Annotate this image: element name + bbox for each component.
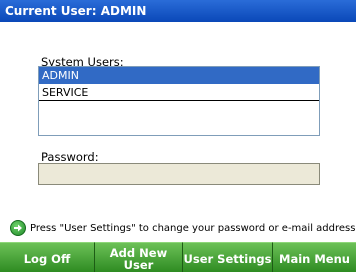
- green-arrow-icon: [10, 220, 26, 236]
- password-label: Password:: [41, 150, 99, 164]
- title-bar: Current User: ADMIN: [0, 0, 356, 22]
- user-settings-button-label: User Settings: [183, 251, 272, 266]
- user-list-item[interactable]: ADMIN: [39, 67, 319, 84]
- user-list-item[interactable]: SERVICE: [39, 84, 319, 101]
- log-off-button[interactable]: Log Off: [0, 242, 95, 272]
- add-new-user-button-label: Add New User: [109, 245, 168, 272]
- log-off-button-label: Log Off: [23, 251, 71, 266]
- main-menu-button[interactable]: Main Menu: [273, 242, 356, 272]
- page-title: Current User: ADMIN: [5, 4, 147, 18]
- add-new-user-button[interactable]: Add New User: [95, 242, 183, 272]
- hint-text: Press "User Settings" to change your pas…: [30, 222, 356, 234]
- bottom-button-bar: Log Off Add New User User Settings Main …: [0, 242, 356, 272]
- password-field[interactable]: [38, 163, 320, 185]
- system-users-list[interactable]: ADMIN SERVICE: [38, 66, 320, 136]
- user-settings-button[interactable]: User Settings: [183, 242, 273, 272]
- main-menu-button-label: Main Menu: [279, 251, 350, 266]
- hint-message: Press "User Settings" to change your pas…: [10, 219, 355, 237]
